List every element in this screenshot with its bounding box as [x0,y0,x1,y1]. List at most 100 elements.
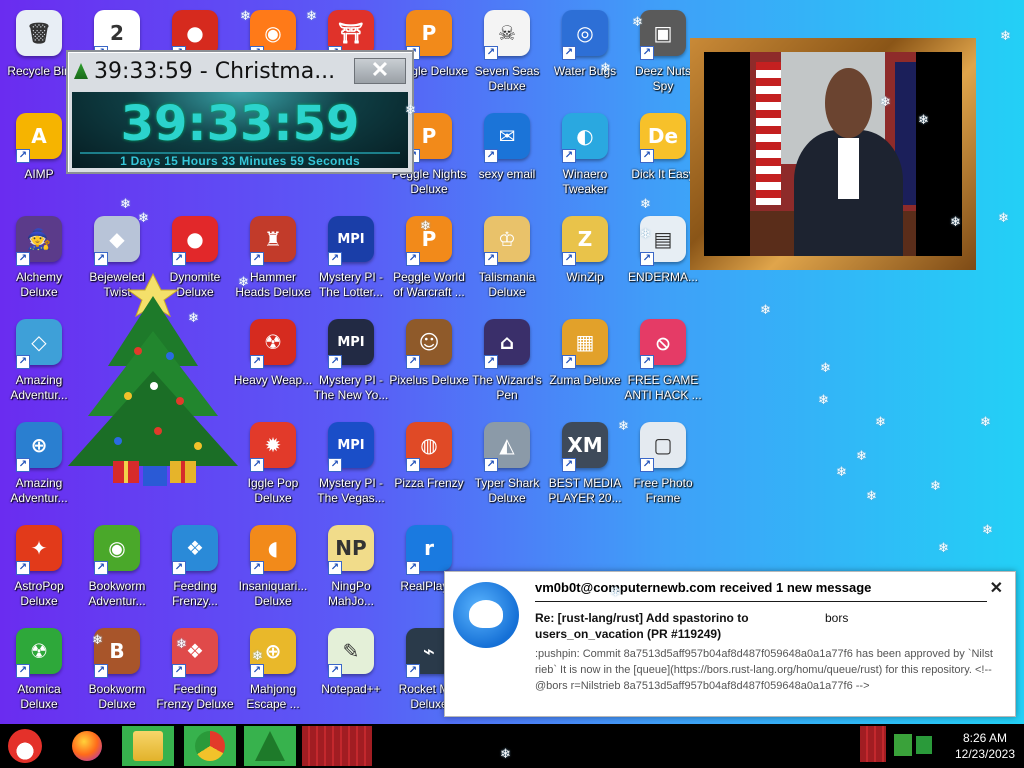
snowflake-icon: ❄ [1000,28,1011,43]
taskbar-christmas-app[interactable] [244,726,296,766]
close-button[interactable]: ✕ [354,58,406,84]
shortcut-arrow-icon: ↗ [406,458,420,472]
shortcut-arrow-icon: ↗ [94,664,108,678]
countdown-time: 39:33:59 [120,96,360,152]
desktop-icon[interactable]: ⦸ ↗ FREE GAME ANTI HACK ... [623,315,703,411]
desktop-icon[interactable]: ☠ ↗ Seven Seas Deluxe [467,6,547,102]
desktop-icon[interactable]: ◉ ↗ Bookworm Adventur... [77,521,157,617]
desktop-icon[interactable]: ✦ ↗ AstroPop Deluxe [0,521,79,617]
christmas-countdown-window[interactable]: 39:33:59 - Christma... ✕ 39:33:59 1 Days… [66,50,414,174]
volume-icon[interactable] [916,736,932,754]
desktop-icon-label: The Wizard's Pen [472,373,542,402]
desktop-icon[interactable]: MPI ↗ Mystery PI - The New Yo... [311,315,391,411]
desktop-icon-label: BEST MEDIA PLAYER 20... [548,476,622,505]
desktop-icon[interactable]: ❖ ↗ Feeding Frenzy Deluxe [155,624,235,720]
app-icon: ◖ ↗ [250,525,296,575]
shortcut-arrow-icon: ↗ [562,355,576,369]
shortcut-arrow-icon: ↗ [328,355,342,369]
desktop-icon[interactable]: ◍ ↗ Pizza Frenzy [389,418,469,514]
clock-time: 8:26 AM [962,731,1008,745]
shortcut-arrow-icon: ↗ [640,355,654,369]
tree-icon [255,731,285,761]
desktop-icon[interactable]: ⌂ ↗ The Wizard's Pen [467,315,547,411]
notification-close-button[interactable]: ✕ [990,578,1003,598]
shortcut-arrow-icon: ↗ [172,561,186,575]
firefox-icon [72,731,102,761]
desktop-icon[interactable]: ◎ ↗ Water Bugs [545,6,625,102]
app-icon: MPI ↗ [328,422,374,472]
snowflake-icon: ❄ [866,488,877,503]
network-icon[interactable] [894,734,912,756]
desktop-icon[interactable]: MPI ↗ Mystery PI - The Vegas... [311,418,391,514]
desktop-icon[interactable]: ☺ ↗ Pixelus Deluxe [389,315,469,411]
desktop-icon[interactable]: ❖ ↗ Feeding Frenzy... [155,521,235,617]
start-button[interactable] [4,726,46,766]
shortcut-arrow-icon: ↗ [250,664,264,678]
person-shirt [838,137,859,199]
desktop-icon[interactable]: XM ↗ BEST MEDIA PLAYER 20... [545,418,625,514]
shortcut-arrow-icon: ↗ [484,149,498,163]
taskbar-running-app[interactable] [302,726,372,766]
countdown-display: 39:33:59 1 Days 15 Hours 33 Minutes 59 S… [72,92,408,168]
taskbar-chrome[interactable] [184,726,236,766]
app-icon: ✉ ↗ [484,113,530,163]
desktop-icon[interactable]: ✉ ↗ sexy email [467,109,547,205]
desktop-icon[interactable]: ◭ ↗ Typer Shark Deluxe [467,418,547,514]
app-icon: ❖ ↗ [172,525,218,575]
desktop-icon-label: Feeding Frenzy... [172,579,218,608]
desktop-icon[interactable]: ⊕ ↗ Mahjong Escape ... [233,624,313,720]
desktop-icon-label: Insaniquari... Deluxe [238,579,308,608]
taskbar-firefox[interactable] [64,726,110,766]
framed-photo-widget[interactable] [690,38,976,270]
desktop-icon-label: ENDERMA... [627,270,698,284]
desktop-icon[interactable]: Z ↗ WinZip [545,212,625,308]
desktop-icon[interactable]: ◐ ↗ Winaero Tweaker [545,109,625,205]
shortcut-arrow-icon: ↗ [562,252,576,266]
desktop-icon[interactable]: ♔ ↗ Talismania Deluxe [467,212,547,308]
desktop-icon[interactable]: MPI ↗ Mystery PI - The Lotter... [311,212,391,308]
desktop-icon-label: Talismania Deluxe [478,270,536,299]
app-icon: ◐ ↗ [562,113,608,163]
shortcut-arrow-icon: ↗ [250,355,264,369]
taskbar-clock[interactable]: 8:26 AM 12/23/2023 [952,730,1018,762]
app-icon: ▣ ↗ [640,10,686,60]
shortcut-arrow-icon: ↗ [16,149,30,163]
shortcut-arrow-icon: ↗ [640,46,654,60]
photo-curtain-right [915,52,962,256]
shortcut-arrow-icon: ↗ [562,46,576,60]
app-icon: ▦ ↗ [562,319,608,369]
shortcut-arrow-icon: ↗ [250,458,264,472]
app-icon: ◍ ↗ [406,422,452,472]
desktop-icon[interactable]: ☢ ↗ Atomica Deluxe [0,624,79,720]
close-icon: ✕ [370,57,390,82]
desktop-icon[interactable]: ▦ ↗ Zuma Deluxe [545,315,625,411]
desktop-icon[interactable]: B ↗ Bookworm Deluxe [77,624,157,720]
app-icon: ◎ ↗ [562,10,608,60]
shortcut-arrow-icon: ↗ [640,252,654,266]
desktop-icon[interactable]: ◖ ↗ Insaniquari... Deluxe [233,521,313,617]
new-mail-notification[interactable]: vm0b0t@computernewb.com received 1 new m… [444,571,1016,717]
us-flag [755,62,782,205]
christmas-tree-decoration[interactable] [58,256,248,496]
app-icon: ⊕ ↗ [250,628,296,678]
app-icon: ☢ ↗ [16,628,62,678]
app-icon: r ↗ [406,525,452,575]
desktop-icon[interactable]: NP ↗ NingPo MahJo... [311,521,391,617]
snowflake-icon: ❄ [875,414,886,429]
thunderbird-icon [453,582,519,648]
desktop-icon[interactable]: ▢ ↗ Free Photo Frame [623,418,703,514]
desktop-icon[interactable]: P ↗ Peggle World of Warcraft ... [389,212,469,308]
desktop-icon-label: AstroPop Deluxe [14,579,64,608]
app-icon: ◉↗ [94,525,140,575]
desktop-icon-label: sexy email [478,167,536,181]
taskbar-file-explorer[interactable] [122,726,174,766]
app-icon: XM ↗ [562,422,608,472]
desktop-icon-label: Free Photo Frame [633,476,693,505]
chrome-icon [195,731,225,761]
tray-app-indicator[interactable] [860,726,886,762]
snowflake-icon: ❄ [930,478,941,493]
desktop-icon-label: Notepad++ [321,682,381,696]
desktop-icon[interactable]: ✎ ↗ Notepad++ [311,624,391,720]
app-icon: ✎ ↗ [328,628,374,678]
app-icon: MPI ↗ [328,216,374,266]
